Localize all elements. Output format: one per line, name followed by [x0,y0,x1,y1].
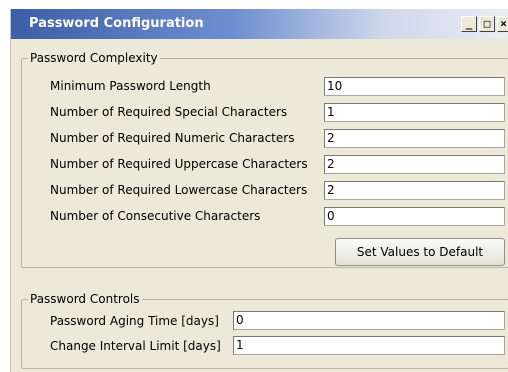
password-controls-legend: Password Controls [28,292,142,306]
close-button[interactable]: × [497,16,508,32]
aging-time-field[interactable]: 0 [233,311,505,330]
window-title: Password Configuration [29,16,204,31]
minimize-button[interactable]: _ [461,16,477,32]
numeric-chars-label: Number of Required Numeric Characters [50,131,295,145]
interval-limit-label: Change Interval Limit [days] [50,339,221,353]
special-chars-label: Number of Required Special Characters [50,105,288,119]
set-defaults-button[interactable]: Set Values to Default [335,238,505,266]
min-length-label: Minimum Password Length [50,79,211,93]
uppercase-chars-field[interactable]: 2 [324,155,505,174]
maximize-button[interactable]: □ [479,16,495,32]
special-chars-field[interactable]: 1 [324,103,505,122]
uppercase-chars-label: Number of Required Uppercase Characters [50,157,308,171]
password-config-window: Password Configuration _ □ × Password Co… [10,9,508,372]
consecutive-chars-field[interactable]: 0 [324,207,505,226]
title-bar[interactable]: Password Configuration _ □ × [11,9,508,39]
consecutive-chars-label: Number of Consecutive Characters [50,209,261,223]
lowercase-chars-field[interactable]: 2 [324,181,505,200]
min-length-field[interactable]: 10 [324,77,505,96]
password-controls-group: Password Controls [21,292,508,369]
numeric-chars-field[interactable]: 2 [324,129,505,148]
lowercase-chars-label: Number of Required Lowercase Characters [50,183,308,197]
interval-limit-field[interactable]: 1 [233,336,505,355]
aging-time-label: Password Aging Time [days] [50,314,219,328]
password-complexity-legend: Password Complexity [28,51,160,65]
window-controls: _ □ × [459,16,508,32]
